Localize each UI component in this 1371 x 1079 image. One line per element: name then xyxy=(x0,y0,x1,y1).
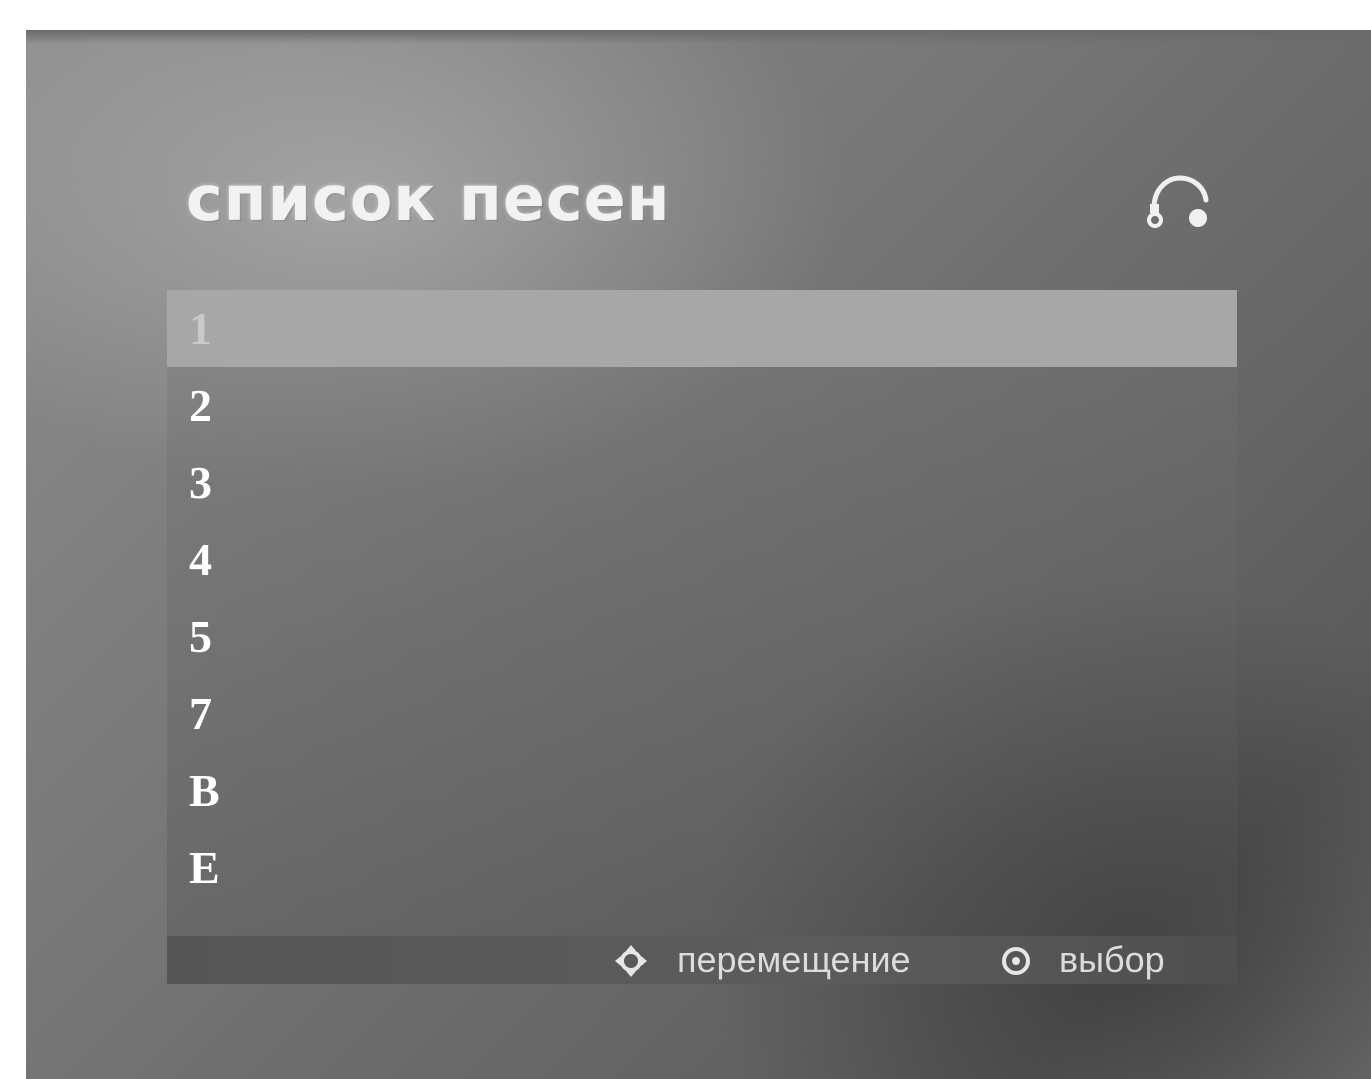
list-item[interactable]: 1 xyxy=(167,290,1237,367)
help-bar: перемещение выбор xyxy=(167,936,1237,984)
list-item[interactable]: B xyxy=(167,752,1237,829)
move-hint-label: перемещение xyxy=(677,939,911,980)
list-item[interactable]: 3 xyxy=(167,444,1237,521)
list-item[interactable]: E xyxy=(167,829,1237,906)
track-list: 1 2 3 4 5 7 B E xyxy=(167,290,1237,945)
music-disc-icon xyxy=(1147,175,1209,228)
page-title: список песен xyxy=(186,162,671,235)
navigation-arrows-icon xyxy=(615,945,647,977)
enter-button-icon xyxy=(1002,947,1030,975)
screen: список песен 1 2 3 4 5 7 B E перемещение… xyxy=(26,30,1371,1079)
select-hint-label: выбор xyxy=(1059,939,1165,980)
list-item[interactable]: 4 xyxy=(167,521,1237,598)
list-item[interactable]: 5 xyxy=(167,598,1237,675)
list-item[interactable]: 2 xyxy=(167,367,1237,444)
list-item[interactable]: 7 xyxy=(167,675,1237,752)
